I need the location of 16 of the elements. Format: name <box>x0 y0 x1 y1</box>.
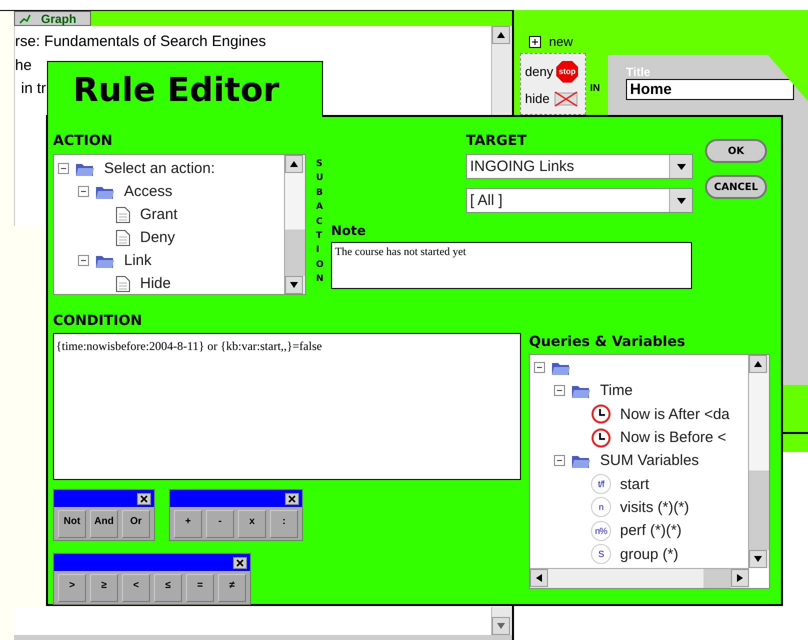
variable-badge: n <box>591 497 611 518</box>
variable-badge: t/f <box>591 474 611 494</box>
text-line: in tr <box>21 79 46 99</box>
section-heading: TARGET <box>466 132 528 151</box>
variable-badge: S <box>591 544 611 564</box>
text-line: rse: Fundamentals of Search Engines <box>15 32 266 52</box>
note-heading: Note <box>331 224 367 241</box>
section-heading: ACTION <box>53 132 114 151</box>
side-label: IN <box>590 83 600 96</box>
stop-sign: stop <box>556 60 578 82</box>
text-line: he <box>15 56 32 76</box>
dialog-title: Rule Editor <box>73 70 280 109</box>
section-heading: Queries & Variables <box>529 333 686 352</box>
subaction-label: SUBACTION <box>316 158 325 286</box>
variable-badge: n% <box>591 520 611 541</box>
section-heading: CONDITION <box>53 312 144 331</box>
